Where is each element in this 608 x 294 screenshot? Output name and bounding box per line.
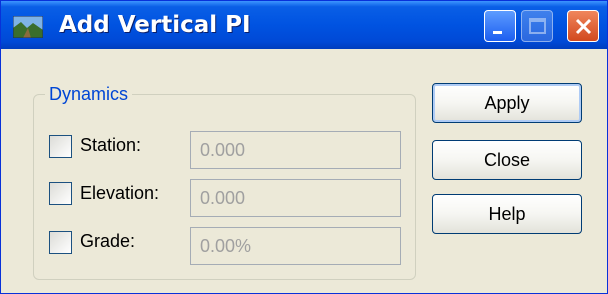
maximize-icon xyxy=(529,18,546,34)
grade-checkbox[interactable] xyxy=(49,231,72,254)
grade-field[interactable] xyxy=(190,227,401,265)
landscape-app-icon xyxy=(12,15,44,39)
help-button[interactable]: Help xyxy=(432,194,582,234)
grade-label: Grade: xyxy=(80,231,136,251)
close-button[interactable]: Close xyxy=(432,140,582,180)
apply-button[interactable]: Apply xyxy=(432,83,582,123)
close-window-button[interactable] xyxy=(567,10,599,42)
title-bar[interactable]: Add Vertical PI xyxy=(1,1,607,49)
minimize-button[interactable] xyxy=(484,10,516,42)
minimize-icon xyxy=(493,31,502,34)
dynamics-group-label: Dynamics xyxy=(45,84,133,105)
station-field[interactable] xyxy=(190,131,401,169)
window-title: Add Vertical PI xyxy=(59,12,251,38)
elevation-field[interactable] xyxy=(190,179,401,217)
elevation-label: Elevation: xyxy=(80,183,160,203)
elevation-checkbox[interactable] xyxy=(49,182,72,205)
station-checkbox[interactable] xyxy=(49,135,72,158)
close-icon xyxy=(575,18,592,35)
station-label: Station: xyxy=(80,135,142,155)
maximize-button[interactable] xyxy=(521,10,553,42)
add-vertical-pi-dialog: Add Vertical PI Dynamics Station: Elevat… xyxy=(0,0,608,294)
